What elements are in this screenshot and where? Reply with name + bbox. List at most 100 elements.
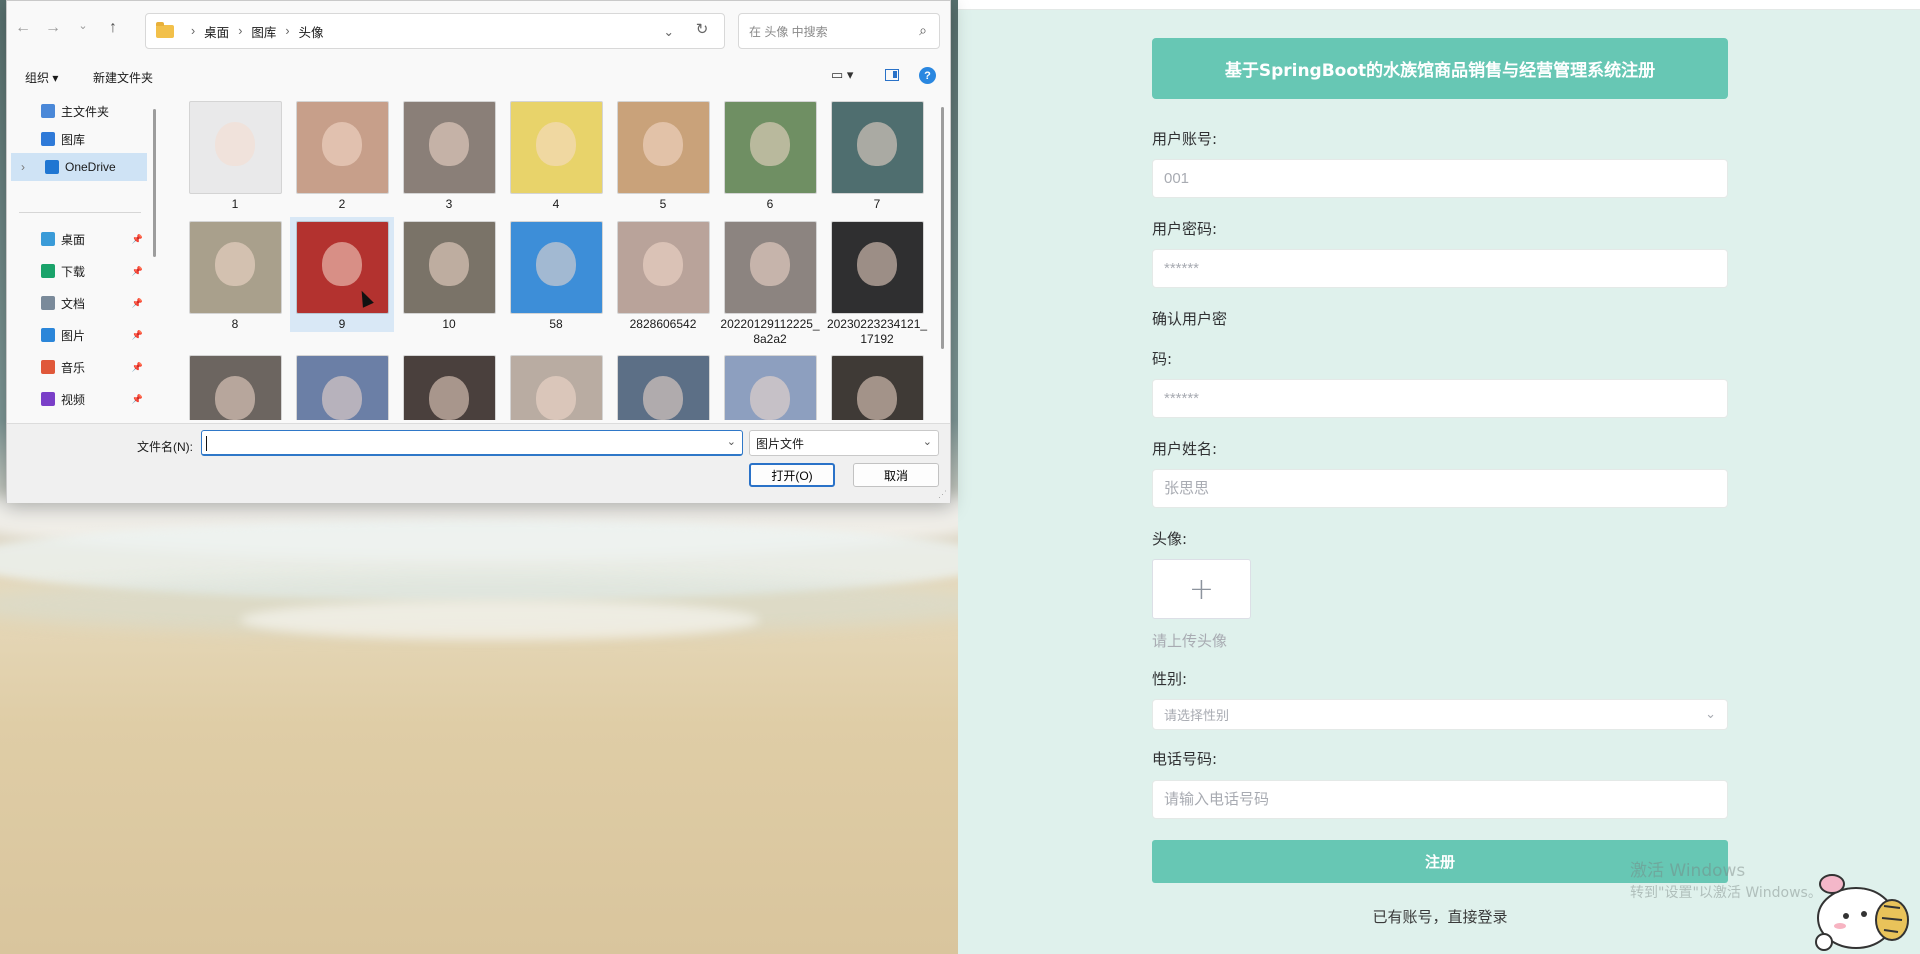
image-thumbnail [724,356,816,420]
file-tile[interactable]: 3 [397,97,501,212]
file-tile[interactable]: 20230223234121_17192 [825,217,929,347]
filename-dropdown-icon[interactable]: ⌄ [727,435,736,448]
browser-edge [958,0,1920,10]
phone-label: 电话号码: [1152,750,1218,768]
sidebar-divider [19,212,141,213]
sidebar-item[interactable]: › OneDrive [11,153,147,181]
breadcrumb-item[interactable]: 头像 [299,22,324,41]
address-bar[interactable]: › 桌面 › 图库 › 头像 ⌄ ↻ [145,13,725,49]
refresh-icon[interactable]: ↻ [688,20,716,38]
file-tile[interactable]: 9 [290,217,394,332]
sidebar-item[interactable]: 下载 📌 [7,257,147,285]
password-input[interactable] [1152,249,1728,288]
file-tile[interactable]: 8 [183,217,287,332]
file-tile[interactable]: 5 [611,97,715,212]
search-box[interactable]: 在 头像 中搜索 ⌕ [738,13,940,49]
dialog-footer: 文件名(N): ⌄ 图片文件 ⌄ 打开(O) 取消 ⋰ [7,423,950,503]
sidebar-item-label: 音乐 [61,360,86,375]
name-input[interactable] [1152,469,1728,508]
file-tile[interactable] [825,351,929,420]
confirm-password-label-2: 码: [1152,350,1173,368]
confirm-password-input[interactable] [1152,379,1728,418]
file-tile[interactable]: 4 [504,97,608,212]
pin-icon[interactable]: 📌 [132,362,143,373]
file-tile[interactable]: 6 [718,97,822,212]
sidebar-scrollbar[interactable] [153,109,156,257]
expand-chevron-icon[interactable]: › [21,160,25,174]
sidebar-item[interactable]: 视频 📌 [7,385,147,413]
sidebar-item[interactable]: 图片 📌 [7,321,147,349]
resize-grip-icon[interactable]: ⋰ [938,489,947,500]
recent-dropdown-icon[interactable]: ⌄ [75,19,91,37]
search-placeholder: 在 头像 中搜索 [749,24,828,39]
file-tile[interactable] [397,351,501,420]
image-thumbnail [296,222,388,313]
file-tile[interactable]: 2 [290,97,394,212]
file-tile[interactable] [504,351,608,420]
pin-icon[interactable]: 📌 [132,330,143,341]
filetype-select[interactable]: 图片文件 ⌄ [749,430,939,456]
image-thumbnail [617,102,709,193]
preview-pane-icon[interactable] [885,69,899,81]
folder-icon [156,21,174,38]
sidebar-item[interactable]: 音乐 📌 [7,353,147,381]
register-title: 基于SpringBoot的水族馆商品销售与经营管理系统注册 [1152,38,1728,99]
image-thumbnail [831,102,923,193]
gender-select[interactable]: 请选择性别 ⌄ [1152,699,1728,730]
open-button[interactable]: 打开(O) [749,463,835,487]
file-grid-scrollbar[interactable] [941,107,944,349]
chevron-down-icon: ⌄ [922,436,932,448]
file-tile[interactable]: 20220129112225_8a2a2 [718,217,822,347]
file-name: 9 [338,317,346,331]
image-thumbnail [403,222,495,313]
sidebar-item[interactable]: 图库 [7,125,147,153]
file-tile[interactable] [718,351,822,420]
back-arrow-icon[interactable]: ← [15,19,31,37]
avatar-upload-button[interactable]: + [1152,559,1251,619]
view-options-icon[interactable]: ▭ ▾ [831,67,861,83]
file-tile[interactable]: 58 [504,217,608,332]
help-icon[interactable]: ? [919,67,936,84]
account-label: 用户账号: [1152,130,1218,148]
filename-input[interactable]: ⌄ [201,430,743,456]
phone-input[interactable] [1152,780,1728,819]
chevron-down-icon: ⌄ [1705,707,1716,722]
pin-icon[interactable]: 📌 [132,298,143,309]
file-tile[interactable]: 1 [183,97,287,212]
pin-icon[interactable]: 📌 [132,234,143,245]
new-folder-button[interactable]: 新建文件夹 [93,69,153,86]
breadcrumb-item[interactable]: 桌面 [204,22,229,41]
address-dropdown-icon[interactable]: ⌄ [664,24,674,39]
search-icon[interactable]: ⌕ [919,22,927,39]
sidebar-item[interactable]: 主文件夹 [7,97,147,125]
file-tile[interactable] [183,351,287,420]
file-name: 5 [659,197,667,211]
up-arrow-icon[interactable]: ↑ [105,19,121,37]
forward-arrow-icon[interactable]: → [45,19,61,37]
file-tile[interactable]: 7 [825,97,929,212]
file-tile[interactable]: 2828606542 [611,217,715,332]
file-name: 3 [445,197,453,211]
breadcrumb-item[interactable]: 图库 [251,22,276,41]
file-tile[interactable]: 10 [397,217,501,332]
organize-menu[interactable]: 组织 ▾ [25,69,58,86]
file-tile[interactable] [611,351,715,420]
file-name: 7 [873,197,881,211]
image-thumbnail [403,102,495,193]
image-thumbnail [296,102,388,193]
cancel-button[interactable]: 取消 [853,463,939,487]
image-thumbnail [189,356,281,420]
sidebar-item[interactable]: 文档 📌 [7,289,147,317]
sidebar-item[interactable]: 桌面 📌 [7,225,147,253]
file-tile[interactable] [290,351,394,420]
file-grid: 1 2 3 4 5 6 7 8 9 10 58 2828606542 20220129112225_8a… [157,93,937,420]
account-input[interactable] [1152,159,1728,198]
password-label: 用户密码: [1152,220,1218,238]
file-name: 10 [442,317,456,331]
file-name: 58 [549,317,563,331]
file-name: 2 [338,197,346,211]
pin-icon[interactable]: 📌 [132,266,143,277]
login-link[interactable]: 已有账号，直接登录 [1152,906,1728,927]
pin-icon[interactable]: 📌 [132,394,143,405]
name-label: 用户姓名: [1152,440,1218,458]
